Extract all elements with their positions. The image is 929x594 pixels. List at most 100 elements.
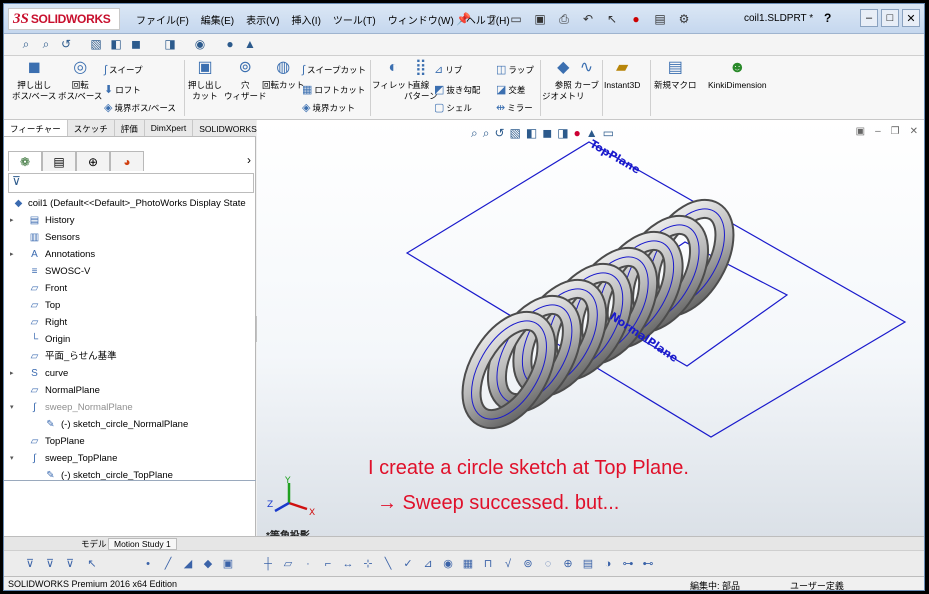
extrude-cut-button[interactable]: ▣ 押し出し カット [188, 60, 222, 102]
rib-button[interactable]: ⊿ リブ [434, 64, 462, 76]
file-properties-icon[interactable]: ▤ [650, 9, 670, 29]
close-button[interactable]: ✕ [902, 9, 920, 27]
hide-show-icon[interactable]: ◨ [162, 37, 178, 53]
tree-item[interactable]: ≡ SWOSC-V [8, 263, 256, 280]
viewport-restore-icon[interactable]: ❐ [891, 126, 900, 137]
view-orientation-icon[interactable]: ◧ [526, 126, 537, 141]
tree-item[interactable]: ▱ Top [8, 297, 256, 314]
tab-dimxpert[interactable]: DimXpert [145, 120, 194, 136]
hole-icon[interactable]: ⊚ [520, 556, 536, 572]
balloon-icon[interactable]: ◉ [440, 556, 456, 572]
apply-scene-icon[interactable]: ▲ [586, 126, 598, 141]
select-icon[interactable]: ↖ [602, 9, 622, 29]
revolve-cut-button[interactable]: ◍ 回転カット [262, 60, 305, 91]
previous-view-icon[interactable]: ↺ [58, 37, 74, 53]
property-manager-tab-icon[interactable]: ▤ [42, 151, 76, 171]
menu-edit[interactable]: 編集(E) [201, 12, 234, 27]
swept-cut-button[interactable]: ∫ スイープカット [302, 64, 366, 76]
end-icon[interactable]: ⊷ [640, 556, 656, 572]
select-filter-icon[interactable]: ⊽ [42, 556, 58, 572]
tree-item[interactable]: ▸ ▤ History [8, 212, 256, 229]
hole-wizard-button[interactable]: ⊚ 穴 ウィザード [224, 60, 267, 102]
vertex-icon[interactable]: • [140, 556, 156, 572]
curves-button[interactable]: ∿ カーブ [574, 60, 599, 91]
surface-icon[interactable]: ◆ [200, 556, 216, 572]
note-icon[interactable]: ✓ [400, 556, 416, 572]
expand-arrow-icon[interactable]: ▾ [10, 450, 14, 467]
shell-button[interactable]: ▢ シェル [434, 102, 472, 114]
tree-item[interactable]: ▱ Right [8, 314, 256, 331]
help-button[interactable]: ? [824, 11, 831, 25]
expand-arrow-icon[interactable]: ▾ [10, 399, 14, 416]
tree-item[interactable]: ▱ Front [8, 280, 256, 297]
intersect-button[interactable]: ◪ 交差 [496, 84, 525, 96]
filter-input[interactable]: ⊽ [8, 173, 254, 193]
edit-appearance-icon[interactable]: ● [574, 126, 581, 141]
tab-sketch[interactable]: スケッチ [68, 120, 115, 136]
tree-item[interactable]: ▾ ∫ sweep_NormalPlane [8, 399, 256, 416]
previous-view-icon[interactable]: ↺ [494, 126, 504, 141]
undo-icon[interactable]: ↶ [578, 9, 598, 29]
scene-icon[interactable]: ▲ [242, 37, 258, 53]
tab-features[interactable]: フィーチャー [4, 120, 68, 136]
linear-pattern-button[interactable]: ⣿ 直線 パターン [404, 60, 438, 102]
configuration-tab-icon[interactable]: ⊕ [76, 151, 110, 171]
menu-view[interactable]: 表示(V) [246, 12, 279, 27]
display-manager-tab-icon[interactable]: ◕ [110, 151, 144, 171]
datum-icon[interactable]: ⊿ [420, 556, 436, 572]
new-document-icon[interactable]: ▯ [482, 9, 502, 29]
view-orientation-icon[interactable]: ◧ [108, 37, 124, 53]
menu-insert[interactable]: 挿入(I) [291, 12, 320, 27]
gtol-icon[interactable]: ▦ [460, 556, 476, 572]
tree-item[interactable]: ✎ (-) sketch_circle_TopPlane [8, 467, 256, 484]
sketch-point-icon[interactable]: ⊹ [360, 556, 376, 572]
surface-finish-icon[interactable]: √ [500, 556, 516, 572]
tree-item[interactable]: ▥ Sensors [8, 229, 256, 246]
zoom-to-area-icon[interactable]: ⌕ [483, 126, 490, 141]
status-units[interactable]: ユーザー定義 [790, 579, 844, 590]
eye-icon[interactable]: ◉ [192, 37, 208, 53]
menu-window[interactable]: ウィンドウ(W) [388, 12, 454, 27]
point-icon[interactable]: · [300, 556, 316, 572]
instant3d-button[interactable]: ▰ Instant3D [604, 60, 640, 91]
print-icon[interactable]: ⎙ [554, 9, 574, 29]
save-icon[interactable]: ▣ [530, 9, 550, 29]
plane-filter-icon[interactable]: ▱ [280, 556, 296, 572]
menu-tools[interactable]: ツール(T) [333, 12, 376, 27]
lofted-cut-button[interactable]: ▦ ロフトカット [302, 84, 365, 96]
expand-arrow-icon[interactable]: ▸ [10, 246, 14, 263]
appearance-icon[interactable]: ● [222, 37, 238, 53]
cosmetic-icon[interactable]: ◌ [540, 556, 556, 572]
feature-tree-tab-icon[interactable]: ❁ [8, 151, 42, 171]
zoom-fit-icon[interactable]: ⌕ [18, 37, 34, 53]
viewport-tile-icon[interactable]: ▣ [856, 126, 865, 137]
tree-item[interactable]: ▾ ∫ sweep_TopPlane [8, 450, 256, 467]
solidworks-logo[interactable]: 3S SOLIDWORKS [8, 8, 120, 30]
tab-motion-study[interactable]: Motion Study 1 [108, 538, 177, 550]
zoom-to-fit-icon[interactable]: ⌕ [471, 126, 478, 141]
viewport-close-icon[interactable]: ✕ [910, 126, 918, 137]
boundary-boss-button[interactable]: ◈ 境界ボス/ベース [104, 102, 176, 114]
boundary-cut-button[interactable]: ◈ 境界カット [302, 102, 355, 114]
options-icon[interactable]: ⚙ [674, 9, 694, 29]
face-icon[interactable]: ◢ [180, 556, 196, 572]
mirror-button[interactable]: ⇹ ミラー [496, 102, 533, 114]
expand-arrow-icon[interactable]: ▸ [10, 212, 14, 229]
loft-button[interactable]: ⬇ ロフト [104, 84, 141, 96]
filter-icon[interactable]: ⊽ [22, 556, 38, 572]
revolve-boss-button[interactable]: ◎ 回転 ボス/ベース [58, 60, 102, 102]
display-style-icon[interactable]: ◼ [542, 126, 552, 141]
tree-item[interactable]: └ Origin [8, 331, 256, 348]
zoom-area-icon[interactable]: ⌕ [38, 37, 54, 53]
filter-toggle-icon[interactable]: ⊽ [62, 556, 78, 572]
hide-show-items-icon[interactable]: ◨ [557, 126, 568, 141]
tree-item[interactable]: ▱ TopPlane [8, 433, 256, 450]
kinki-dimension-button[interactable]: ☻ KinkiDimension [708, 60, 767, 91]
body-icon[interactable]: ▣ [220, 556, 236, 572]
expand-arrow-icon[interactable]: ▸ [10, 365, 14, 382]
open-icon[interactable]: ▭ [506, 9, 526, 29]
new-macro-button[interactable]: ▤ 新規マクロ [654, 60, 697, 91]
chevron-right-icon[interactable]: › [247, 153, 251, 167]
curve-filter-icon[interactable]: ⌐ [320, 556, 336, 572]
tree-item[interactable]: ▸ Ѕcurve [8, 365, 256, 382]
